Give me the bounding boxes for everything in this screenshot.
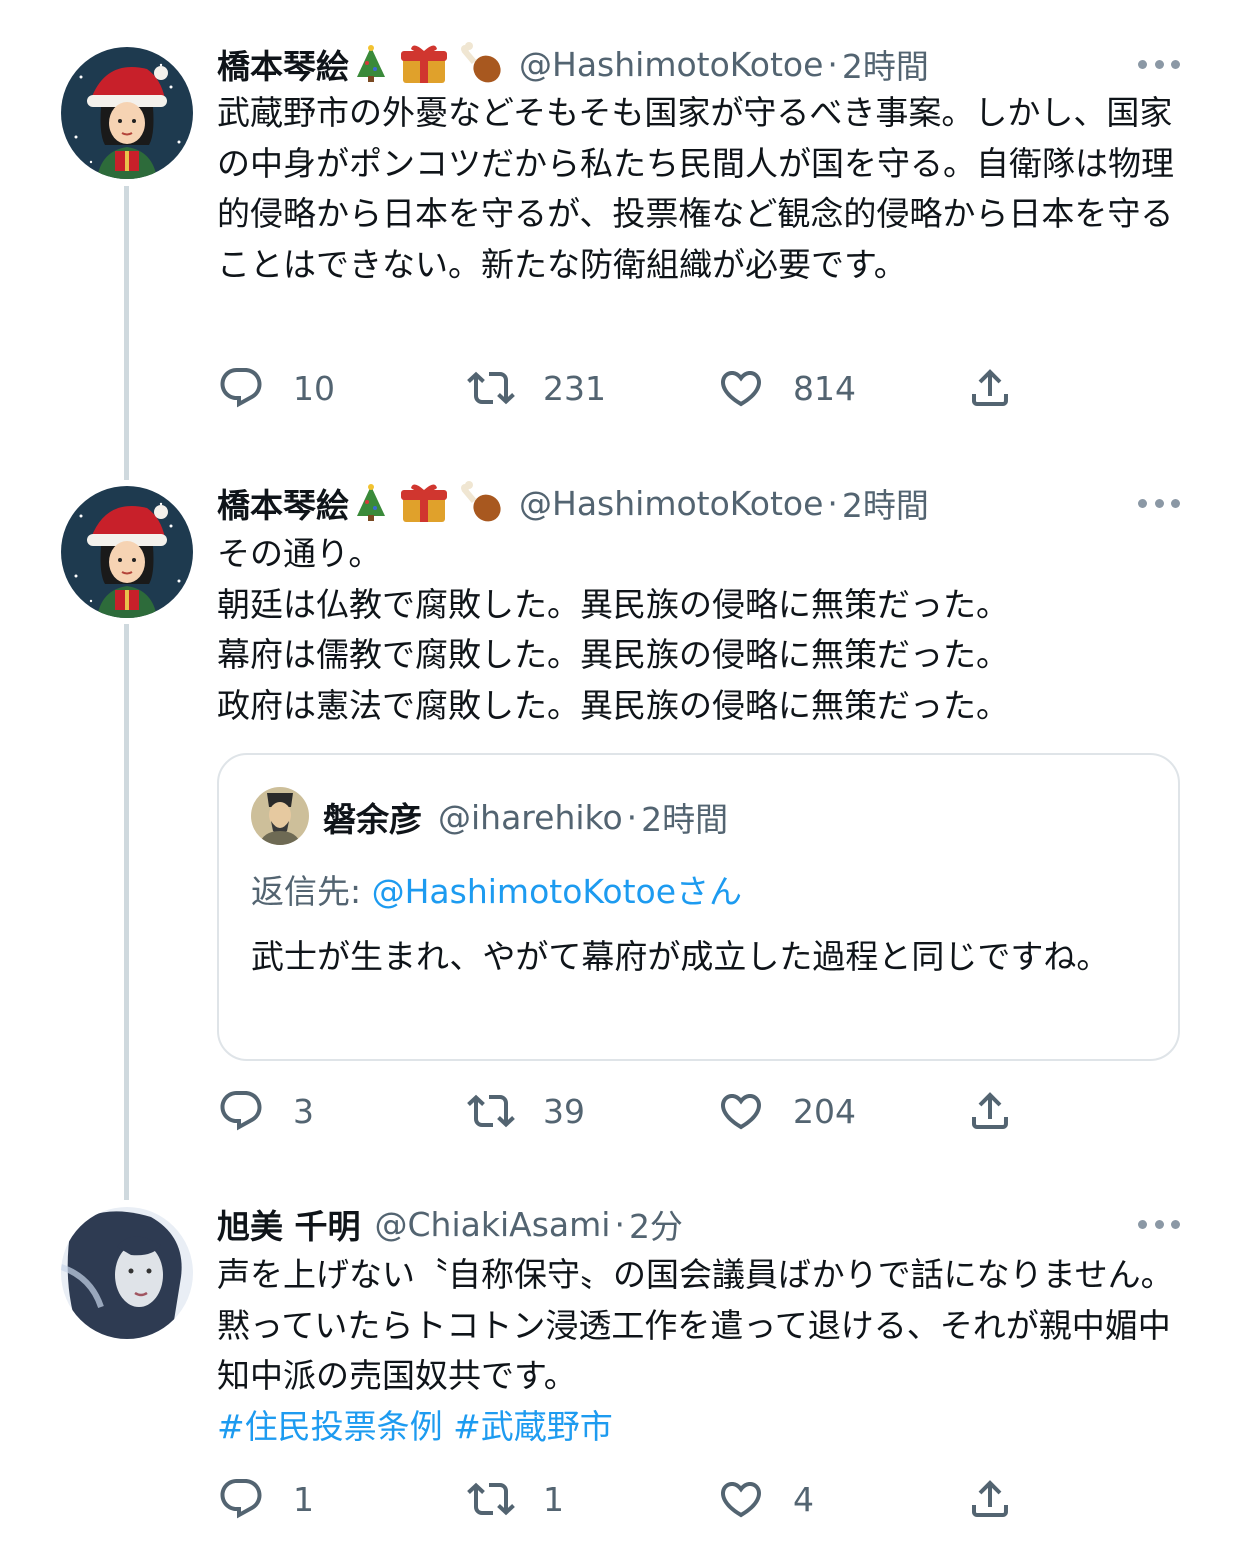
handle[interactable]: @HashimotoKotoe [519, 45, 823, 84]
handle: @iharehiko [438, 797, 623, 837]
retweet-icon [467, 1087, 515, 1135]
share-button[interactable] [966, 363, 1014, 413]
display-name[interactable]: 旭美 千明 [217, 1200, 361, 1248]
reply-button[interactable]: 1 [217, 1474, 314, 1524]
handle[interactable]: @ChiakiAsami [375, 1205, 611, 1244]
more-icon[interactable] [1138, 1217, 1180, 1231]
reply-icon [217, 1475, 265, 1523]
like-count: 4 [793, 1479, 814, 1519]
share-button[interactable] [966, 1474, 1014, 1524]
tweet-text: その通り。 朝廷は仏教で腐敗した。異民族の侵略に無策だった。 幕府は儒教で腐敗し… [217, 534, 1009, 725]
tweet-header: 橋本琴絵 @HashimotoKotoe · 2時間 [217, 477, 1242, 529]
gift-emoji [399, 43, 449, 85]
thread-line [124, 624, 129, 1200]
like-count: 814 [793, 368, 856, 408]
retweet-count: 1 [543, 1479, 564, 1519]
avatar[interactable] [61, 47, 193, 179]
share-button[interactable] [966, 1086, 1014, 1136]
reply-suffix: さん [676, 872, 743, 911]
separator: · [827, 44, 838, 84]
reply-button[interactable]: 10 [217, 363, 335, 413]
drumstick-emoji [457, 42, 505, 86]
display-name: 磐余彦 [323, 800, 422, 839]
thread-line [124, 186, 129, 480]
share-icon [966, 1087, 1014, 1135]
action-bar: 10 231 814 [217, 363, 1017, 413]
timestamp[interactable]: 2時間 [842, 40, 929, 88]
retweet-button[interactable]: 231 [467, 363, 606, 413]
reply-button[interactable]: 3 [217, 1086, 314, 1136]
more-icon[interactable] [1138, 496, 1180, 510]
tweet-header: 旭美 千明 @ChiakiAsami · 2分 [217, 1198, 1242, 1250]
retweet-count: 231 [543, 368, 606, 408]
like-button[interactable]: 4 [717, 1474, 814, 1524]
reply-prefix: 返信先: [251, 872, 372, 911]
like-icon [717, 1087, 765, 1135]
reply-count: 10 [293, 368, 335, 408]
timestamp: 2時間 [641, 800, 729, 839]
hashtags[interactable]: #住民投票条例 #武蔵野市 [217, 1402, 1187, 1453]
retweet-icon [467, 364, 515, 412]
timestamp[interactable]: 2時間 [842, 479, 929, 527]
display-name[interactable]: 橋本琴絵 [217, 479, 349, 527]
drumstick-emoji [457, 481, 505, 525]
quoted-header: 磐余彦 @iharehiko · 2時間 [323, 791, 728, 843]
action-bar: 3 39 204 [217, 1086, 1017, 1136]
handle[interactable]: @HashimotoKotoe [519, 484, 823, 523]
mention-link[interactable]: @HashimotoKotoe [372, 872, 676, 911]
retweet-button[interactable]: 39 [467, 1086, 585, 1136]
tree-emoji [353, 45, 389, 83]
display-name[interactable]: 橋本琴絵 [217, 40, 349, 88]
more-icon[interactable] [1138, 57, 1180, 71]
retweet-icon [467, 1475, 515, 1523]
like-button[interactable]: 204 [717, 1086, 856, 1136]
like-icon [717, 364, 765, 412]
like-button[interactable]: 814 [717, 363, 856, 413]
like-count: 204 [793, 1091, 856, 1131]
reply-count: 3 [293, 1091, 314, 1131]
share-icon [966, 364, 1014, 412]
gift-emoji [399, 482, 449, 524]
reply-icon [217, 364, 265, 412]
quoted-tweet[interactable]: 磐余彦 @iharehiko · 2時間 返信先: @HashimotoKoto… [217, 753, 1180, 1061]
action-bar: 1 1 4 [217, 1474, 1017, 1524]
reply-icon [217, 1087, 265, 1135]
retweet-button[interactable]: 1 [467, 1474, 564, 1524]
reply-count: 1 [293, 1479, 314, 1519]
avatar[interactable] [61, 1207, 193, 1339]
separator: · [614, 1204, 625, 1244]
separator: · [827, 483, 838, 523]
tweet-text: 武蔵野市の外憂などそもそも国家が守るべき事案。しかし、国家の中身がポンコツだから… [217, 93, 1174, 284]
timestamp[interactable]: 2分 [629, 1200, 683, 1248]
avatar [251, 787, 309, 845]
tree-emoji [353, 484, 389, 522]
reply-context: 返信先: @HashimotoKotoeさん [251, 865, 742, 913]
separator: · [626, 797, 638, 837]
retweet-count: 39 [543, 1091, 585, 1131]
like-icon [717, 1475, 765, 1523]
tweet-text: 声を上げない〝自称保守〟の国会議員ばかりで話になりません。黙っていたらトコトン浸… [217, 1255, 1174, 1395]
tweet-header: 橋本琴絵 @HashimotoKotoe · 2時間 [217, 38, 1242, 90]
quoted-text: 武士が生まれ、やがて幕府が成立した過程と同じですね。 [251, 937, 1110, 976]
share-icon [966, 1475, 1014, 1523]
avatar[interactable] [61, 486, 193, 618]
